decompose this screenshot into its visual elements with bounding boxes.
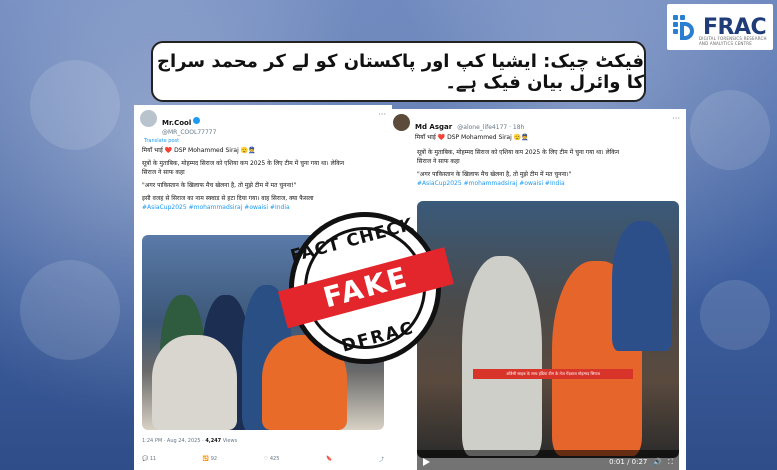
- hashtags[interactable]: #AsiaCup2025 #mohammadsiraj #owaisi #Ind…: [134, 203, 392, 212]
- tweet-author-name[interactable]: Mr.Cool: [162, 119, 191, 127]
- tweet-text-line: मियाँ भाई ❤️ DSP Mohammed Siraj 🫡👮: [142, 147, 256, 154]
- background-face: [700, 280, 770, 350]
- retweet-button[interactable]: 🔁 92: [203, 456, 217, 463]
- person-figure: [152, 335, 237, 430]
- logo-tagline: DIGITAL FORENSICS RESEARCH AND ANALYTICS…: [699, 36, 767, 46]
- dfrac-logo-icon: [673, 13, 699, 41]
- tweet-text-line: "अगर पाकिस्तान के खिलाफ मैच खेलना है, तो…: [417, 171, 572, 178]
- person-figure: [612, 221, 672, 351]
- avatar[interactable]: [140, 110, 157, 127]
- background-face: [20, 260, 120, 360]
- retweet-count: 92: [210, 456, 218, 462]
- person-figure: [462, 256, 542, 456]
- tweet-text-line: सिराज ने साफ कहा: [417, 158, 460, 165]
- tweet-text-line: इसी वजह से सिराज का नाम स्क्वाड से हटा द…: [142, 195, 314, 202]
- tweet-text-line: "अगर पाकिस्तान के खिलाफ मैच खेलना है, तो…: [142, 182, 297, 189]
- verified-icon: [193, 117, 201, 124]
- tweet-actions: 💬 11 🔁 92 ♡ 425 🔖 ⤴: [142, 456, 384, 463]
- tweet-text-line: मियाँ भाई ❤️ DSP Mohammed Siraj 🫡👮: [415, 134, 529, 141]
- tweet-author-handle[interactable]: @MR_COOL77777: [162, 129, 216, 136]
- play-icon[interactable]: [423, 458, 430, 466]
- like-button[interactable]: ♡ 425: [264, 456, 280, 463]
- tweet-text-line: सिराज ने साफ कहा: [142, 169, 185, 176]
- tweet-author-handle[interactable]: @alone_life4177 · 18h: [457, 124, 524, 131]
- tweet-timestamp[interactable]: 1:24 PM · Aug 24, 2025 ·: [142, 438, 204, 444]
- tweet-text-line: सूत्रों के मुताबिक, मोहम्मद सिराज को एशि…: [417, 149, 620, 156]
- hashtags[interactable]: #AsiaCup2025 #mohammadsiraj #owaisi #Ind…: [387, 179, 686, 188]
- view-count: 4,247: [205, 438, 222, 444]
- reply-count: 11: [149, 456, 157, 462]
- tweet-meta: 1:24 PM · Aug 24, 2025 · 4,247 Views: [142, 438, 237, 444]
- video-caption: ओवैसी साहब के साथ इंडिया टीम के तेज गेंद…: [473, 369, 633, 379]
- background-face: [690, 90, 770, 170]
- translate-link[interactable]: Translate post: [134, 138, 392, 146]
- video-time: 0:01 / 0:27: [609, 458, 648, 466]
- video-controls: 0:01 / 0:27 🔊 ⛶: [417, 450, 679, 470]
- bookmark-icon[interactable]: 🔖: [326, 456, 332, 463]
- avatar[interactable]: [393, 114, 410, 131]
- volume-icon[interactable]: 🔊: [653, 458, 662, 466]
- share-icon[interactable]: ⤴: [379, 456, 384, 463]
- background-face: [30, 60, 120, 150]
- dfrac-logo: FRAC DIGITAL FORENSICS RESEARCH AND ANAL…: [667, 4, 773, 50]
- headline-banner: فیکٹ چیک: ایشیا کپ اور پاکستان کو لے کر …: [151, 41, 646, 102]
- more-options-icon[interactable]: ···: [672, 114, 680, 123]
- like-count: 425: [269, 456, 280, 462]
- reply-button[interactable]: 💬 11: [142, 456, 156, 463]
- more-options-icon[interactable]: ···: [378, 110, 386, 119]
- tweet-video[interactable]: [417, 201, 679, 458]
- tweet-author-name[interactable]: Md Asgar: [415, 123, 452, 131]
- tweet-text-line: सूत्रों के मुताबिक, मोहम्मद सिराज को एशि…: [142, 160, 345, 167]
- fullscreen-icon[interactable]: ⛶: [668, 458, 673, 467]
- view-label: Views: [222, 438, 238, 444]
